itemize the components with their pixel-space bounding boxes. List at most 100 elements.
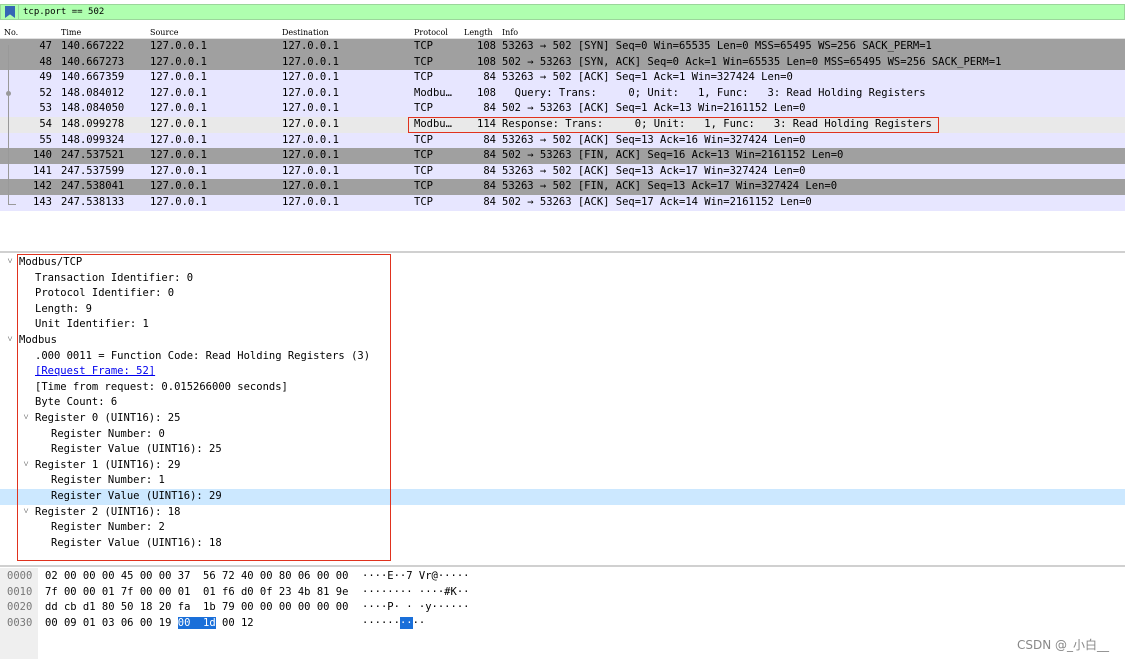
watermark: CSDN @_小白__ xyxy=(1016,638,1109,652)
hex-bytes: dd cb d1 80 50 18 20 fa 1b 79 00 00 00 0… xyxy=(45,601,349,614)
conversation-bracket xyxy=(8,45,9,205)
packet-cell-dst: 127.0.0.1 xyxy=(282,133,339,146)
packet-cell-dst: 127.0.0.1 xyxy=(282,86,339,99)
hex-bytes-part: 00 09 01 03 06 00 19 xyxy=(45,616,178,629)
packet-cell-len: 84 xyxy=(483,71,496,84)
packet-cell-len: 84 xyxy=(483,164,496,177)
packet-cell-src: 127.0.0.1 xyxy=(150,164,207,177)
packet-cell-proto: TCP xyxy=(414,102,433,115)
column-header-source[interactable]: Source xyxy=(150,27,179,38)
hex-bytes: 7f 00 00 01 7f 00 00 01 01 f6 d0 0f 23 4… xyxy=(45,585,349,598)
packet-cell-src: 127.0.0.1 xyxy=(150,71,207,84)
packet-cell-src: 127.0.0.1 xyxy=(150,40,207,52)
packet-cell-len: 84 xyxy=(483,195,496,208)
packet-cell-len: 84 xyxy=(483,180,496,193)
packet-row[interactable]: 53 148.084050 127.0.0.1 127.0.0.1 TCP 84 502 →… xyxy=(0,101,1125,117)
packet-row[interactable]: 47 140.667222 127.0.0.1 127.0.0.1 TCP 108 5326… xyxy=(0,39,1125,55)
packet-row[interactable]: 55 148.099324 127.0.0.1 127.0.0.1 TCP 84 53263… xyxy=(0,132,1125,149)
packet-cell-time: 247.537521 xyxy=(61,149,125,162)
packet-cell-dst: 127.0.0.1 xyxy=(282,149,339,162)
packet-cell-src: 127.0.0.1 xyxy=(150,180,207,193)
packet-cell-len: 108 xyxy=(477,55,496,68)
hex-bytes: 00 09 01 03 06 00 19 00 1d 00 12 xyxy=(45,616,254,632)
packet-cell-proto: TCP xyxy=(414,180,433,193)
packet-list-header: No. Time Source Destination Protocol Len… xyxy=(0,27,1125,39)
packet-cell-time: 140.667359 xyxy=(61,71,125,84)
packet-row[interactable]: 140 247.537521 127.0.0.1 127.0.0.1 TCP 84 502 … xyxy=(0,148,1125,164)
packet-cell-proto: TCP xyxy=(414,71,433,84)
hex-ascii: ····E··7 Vr@····· xyxy=(362,570,470,582)
expand-chevron-icon[interactable]: ˅ xyxy=(5,333,15,349)
packet-cell-src: 127.0.0.1 xyxy=(150,149,207,162)
display-filter-bar xyxy=(0,4,1125,20)
packet-cell-proto: Modbu… xyxy=(414,86,452,99)
hex-ascii-part: ·· xyxy=(412,616,426,629)
hex-ascii: ········ ····#K·· xyxy=(362,585,470,598)
pane-splitter-top[interactable] xyxy=(0,251,1125,253)
packet-cell-time: 148.084050 xyxy=(61,102,125,115)
packet-row[interactable]: 48 140.667273 127.0.0.1 127.0.0.1 TCP 108 502 … xyxy=(0,54,1125,71)
packet-cell-src: 127.0.0.1 xyxy=(150,133,207,146)
selected-bytes: 00 1d xyxy=(177,616,216,629)
hex-offset: 0010 xyxy=(7,585,33,598)
packet-cell-proto: TCP xyxy=(414,164,433,177)
packet-cell-info: 53263 → 502 [ACK] Seq=1 Ack=1 Win=327424… xyxy=(502,71,793,84)
packet-row[interactable]: 52 148.084012 127.0.0.1 127.0.0.1 Modbu… 108 … xyxy=(0,85,1125,102)
packet-cell-dst: 127.0.0.1 xyxy=(282,117,339,130)
column-header-length[interactable]: Length xyxy=(464,27,493,38)
packet-cell-info: 502 → 53263 [SYN, ACK] Seq=0 Ack=1 Win=6… xyxy=(502,55,1002,68)
hex-ascii-part: ······ xyxy=(362,616,400,629)
packet-cell-time: 148.099324 xyxy=(61,133,125,146)
packet-cell-src: 127.0.0.1 xyxy=(150,117,207,130)
hex-ascii: ····P· · ·y······ xyxy=(362,601,470,614)
hex-bytes-part: 00 12 xyxy=(215,616,254,629)
packet-row[interactable]: 143 247.538133 127.0.0.1 127.0.0.1 TCP 84 502 … xyxy=(0,194,1125,211)
hex-offset: 0000 xyxy=(7,570,33,582)
packet-bytes-pane: 0000 02 00 00 00 45 00 00 37 56 72 40 00 … xyxy=(0,568,1125,659)
annotation-box-response xyxy=(408,117,939,133)
packet-cell-time: 247.538041 xyxy=(61,180,125,193)
packet-cell-info: 502 → 53263 [ACK] Seq=1 Ack=13 Win=21611… xyxy=(502,102,806,115)
packet-cell-src: 127.0.0.1 xyxy=(150,55,207,68)
column-header-protocol[interactable]: Protocol xyxy=(414,27,448,38)
packet-cell-len: 84 xyxy=(483,133,496,146)
packet-cell-info: 53263 → 502 [FIN, ACK] Seq=13 Ack=17 Win… xyxy=(502,180,838,193)
packet-cell-len: 108 xyxy=(477,40,496,52)
selected-ascii: ·· xyxy=(399,616,413,629)
hex-offset: 0030 xyxy=(7,616,33,629)
packet-cell-info: Query: Trans: 0; Unit: 1, Func: 3: Read … xyxy=(502,86,926,99)
hex-bytes: 02 00 00 00 45 00 00 37 56 72 40 00 80 0… xyxy=(45,570,349,582)
packet-cell-proto: TCP xyxy=(414,40,433,52)
packet-cell-proto: TCP xyxy=(414,195,433,208)
pane-splitter-bottom[interactable] xyxy=(0,565,1125,567)
filter-separator xyxy=(18,5,19,19)
bookmark-icon[interactable] xyxy=(5,6,15,18)
packet-row[interactable]: 142 247.538041 127.0.0.1 127.0.0.1 TCP 84 5326… xyxy=(0,179,1125,195)
column-header-time[interactable]: Time xyxy=(61,27,81,38)
packet-cell-proto: TCP xyxy=(414,133,433,146)
column-header-destination[interactable]: Destination xyxy=(282,27,329,38)
packet-cell-info: 502 → 53263 [ACK] Seq=17 Ack=14 Win=2161… xyxy=(502,195,812,208)
packet-cell-time: 140.667222 xyxy=(61,40,125,52)
packet-cell-proto: TCP xyxy=(414,149,433,162)
expand-chevron-icon[interactable]: ˅ xyxy=(5,255,15,271)
packet-cell-time: 247.537599 xyxy=(61,164,125,177)
packet-cell-dst: 127.0.0.1 xyxy=(282,71,339,84)
packet-cell-info: 53263 → 502 [SYN] Seq=0 Win=65535 Len=0 … xyxy=(502,40,932,52)
packet-cell-dst: 127.0.0.1 xyxy=(282,102,339,115)
packet-row[interactable]: 49 140.667359 127.0.0.1 127.0.0.1 TCP 84 53263… xyxy=(0,70,1125,86)
packet-cell-len: 84 xyxy=(483,149,496,162)
packet-cell-src: 127.0.0.1 xyxy=(150,102,207,115)
packet-cell-time: 148.084012 xyxy=(61,86,125,99)
packet-cell-time: 148.099278 xyxy=(61,117,125,130)
packet-row[interactable]: 141 247.537599 127.0.0.1 127.0.0.1 TCP 84 5326… xyxy=(0,163,1125,180)
packet-cell-dst: 127.0.0.1 xyxy=(282,164,339,177)
column-header-info[interactable]: Info xyxy=(502,27,518,38)
conversation-bracket-end xyxy=(8,204,16,205)
packet-cell-info: 502 → 53263 [FIN, ACK] Seq=16 Ack=13 Win… xyxy=(502,149,844,162)
packet-cell-src: 127.0.0.1 xyxy=(150,86,207,99)
packet-cell-dst: 127.0.0.1 xyxy=(282,55,339,68)
column-header-no[interactable]: No. xyxy=(4,27,18,38)
display-filter-input[interactable] xyxy=(23,6,823,18)
packet-cell-dst: 127.0.0.1 xyxy=(282,180,339,193)
